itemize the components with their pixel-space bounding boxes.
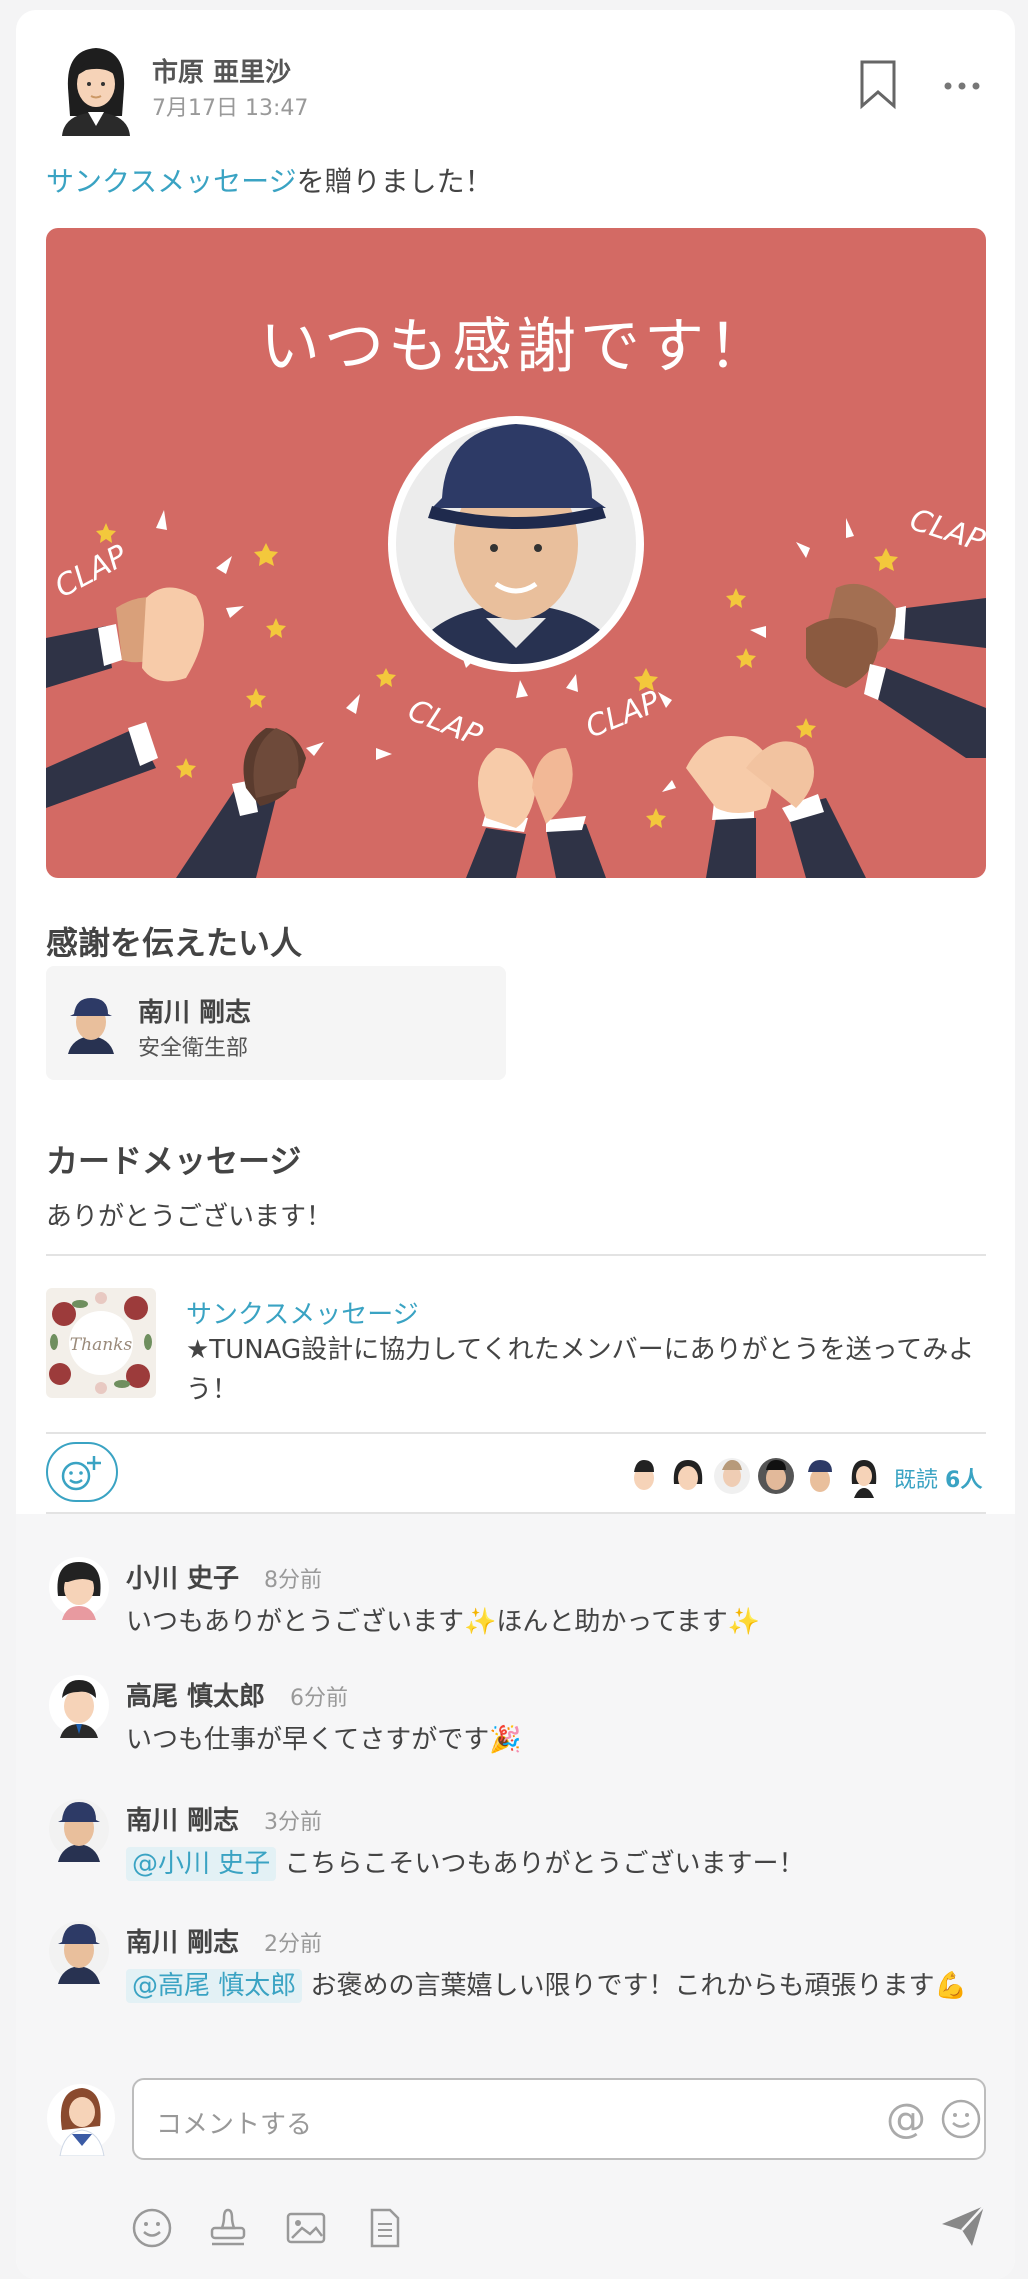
comment-placeholder: コメントする xyxy=(156,2110,313,2140)
comment-time: 2分前 xyxy=(264,1932,322,1957)
commenter-name[interactable]: 南川 剛志 xyxy=(126,1922,239,1959)
post-date: 7月17日 13:47 xyxy=(152,96,309,121)
reader-avatar xyxy=(802,1458,838,1494)
divider xyxy=(46,1254,986,1256)
recipient-name: 南川 剛志 xyxy=(138,998,252,1028)
thanks-card-image: CLAP CLAP CLAP CLAP いつも感謝です！ xyxy=(46,228,986,878)
reader-avatar xyxy=(758,1458,794,1494)
send-icon[interactable] xyxy=(938,2200,988,2250)
campaign-description[interactable]: ★TUNAG設計に協力してくれたメンバーにありがとうを送ってみよう！ xyxy=(186,1330,986,1410)
more-icon[interactable] xyxy=(942,76,982,96)
card-message-text: ありがとうございます！ xyxy=(46,1202,333,1232)
campaign-thumb-text: Thanks xyxy=(70,1335,133,1355)
recipient-card[interactable]: 南川 剛志 安全衛生部 xyxy=(46,966,506,1080)
mention-link[interactable]: @高尾 慎太郎 xyxy=(126,1969,303,2003)
comment-input[interactable]: コメントする @ xyxy=(132,2078,986,2160)
mention-button[interactable]: @ xyxy=(886,2096,926,2142)
comment-text: いつも仕事が早くてさすがです🎉 xyxy=(126,1725,522,1755)
comment-text: @小川 史子 こちらこそいつもありがとうございますー！ xyxy=(126,1842,986,1886)
emoji-icon[interactable] xyxy=(130,2206,174,2250)
read-count[interactable]: 既読 6人 xyxy=(894,1462,982,1494)
stamp-icon[interactable] xyxy=(206,2206,250,2250)
comment-body: お褒めの言葉嬉しい限りです！これからも頑張ります💪 xyxy=(310,1971,967,2001)
commenter-name[interactable]: 高尾 慎太郎 xyxy=(126,1676,265,1713)
reader-avatar xyxy=(714,1458,750,1494)
author-name[interactable]: 市原 亜里沙 xyxy=(152,52,291,89)
read-label: 既読 xyxy=(894,1468,939,1493)
divider xyxy=(46,1432,986,1434)
emoji-icon[interactable] xyxy=(940,2098,982,2140)
recipient-department: 安全衛生部 xyxy=(138,1036,249,1061)
campaign-label[interactable]: サンクスメッセージ xyxy=(186,1294,419,1331)
reader-avatar xyxy=(846,1458,882,1498)
add-reaction-icon xyxy=(61,1456,101,1491)
commenter-avatar[interactable] xyxy=(48,1918,110,1984)
recipient-avatar xyxy=(68,998,114,1054)
reader-avatar xyxy=(626,1458,662,1494)
commenter-name[interactable]: 小川 史子 xyxy=(126,1558,239,1595)
recipient-section-title: 感謝を伝えたい人 xyxy=(46,924,303,962)
mention-link[interactable]: @小川 史子 xyxy=(126,1847,277,1881)
post-header: 市原 亜里沙 7月17日 13:47 xyxy=(16,10,1015,150)
clap-text: CLAP xyxy=(403,693,488,754)
commenter-avatar[interactable] xyxy=(48,1796,110,1862)
bookmark-icon[interactable] xyxy=(858,58,898,110)
comment-body: こちらこそいつもありがとうございますー！ xyxy=(284,1849,805,1879)
comment-time: 3分前 xyxy=(264,1810,322,1835)
lead-text: を贈りました！ xyxy=(296,165,493,198)
comment-text: いつもありがとうございます✨ほんと助かってます✨ xyxy=(126,1607,761,1637)
card-message-title: カードメッセージ xyxy=(46,1142,302,1180)
comment-text: @高尾 慎太郎 お褒めの言葉嬉しい限りです！これからも頑張ります💪 xyxy=(126,1964,986,2008)
campaign-thumbnail[interactable]: Thanks xyxy=(46,1288,156,1398)
read-avatars[interactable] xyxy=(622,1454,882,1498)
reader-avatar xyxy=(670,1458,706,1494)
card-title: いつも感謝です！ xyxy=(260,312,772,382)
comment-time: 8分前 xyxy=(264,1568,322,1593)
author-avatar[interactable] xyxy=(56,36,136,136)
comments-section: 小川 史子 8分前 いつもありがとうございます✨ほんと助かってます✨ 高尾 慎太… xyxy=(16,1514,1015,2279)
post-card: 市原 亜里沙 7月17日 13:47 サンクスメッセージを贈りました！ CLAP… xyxy=(16,10,1015,2279)
current-user-avatar xyxy=(47,2084,115,2156)
commenter-avatar[interactable] xyxy=(48,1672,110,1738)
clap-text: CLAP xyxy=(906,502,986,559)
image-icon[interactable] xyxy=(284,2206,328,2250)
commenter-avatar[interactable] xyxy=(48,1554,110,1620)
read-count-value: 6人 xyxy=(945,1468,983,1493)
file-icon[interactable] xyxy=(362,2206,406,2250)
comment-time: 6分前 xyxy=(290,1686,348,1711)
clap-text: CLAP xyxy=(581,684,666,745)
clap-text: CLAP xyxy=(49,538,134,605)
add-reaction-button[interactable] xyxy=(46,1442,118,1502)
commenter-name[interactable]: 南川 剛志 xyxy=(126,1800,239,1837)
thanks-message-link[interactable]: サンクスメッセージ xyxy=(46,165,297,198)
post-lead: サンクスメッセージを贈りました！ xyxy=(46,160,493,200)
